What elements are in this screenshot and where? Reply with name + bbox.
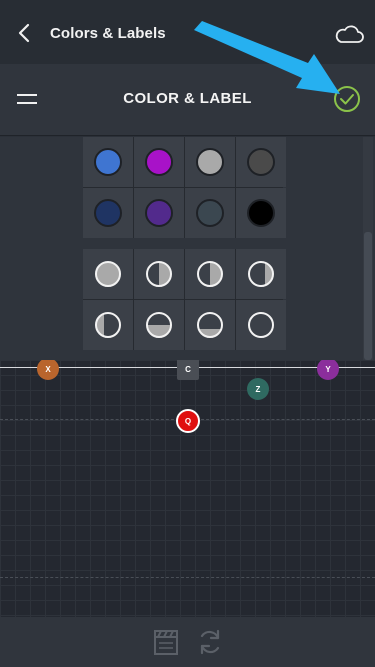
fill-style-right-third-icon <box>248 261 274 287</box>
color-dot <box>196 148 224 176</box>
bottom-bar <box>0 617 375 667</box>
fill-style-half-right-icon <box>146 261 172 287</box>
color-dot <box>145 199 173 227</box>
fill-style-swatch[interactable] <box>236 249 286 299</box>
color-dot <box>94 148 122 176</box>
color-swatch[interactable] <box>83 137 133 187</box>
refresh-icon[interactable] <box>196 627 224 657</box>
marker-z[interactable]: Z <box>247 378 269 400</box>
fill-style-left-third-icon <box>95 312 121 338</box>
marker-x[interactable]: X <box>37 360 59 380</box>
color-swatch[interactable] <box>134 137 184 187</box>
color-swatch[interactable] <box>185 188 235 238</box>
fill-style-bottom-third-icon <box>197 312 223 338</box>
app-title: Colors & Labels <box>50 25 166 42</box>
color-dot <box>247 148 275 176</box>
marker-q[interactable]: Q <box>176 409 200 433</box>
fill-style-swatch[interactable] <box>83 300 133 350</box>
chevron-left-icon[interactable] <box>14 22 36 44</box>
clapperboard-icon[interactable] <box>153 627 179 657</box>
fill-style-swatch[interactable] <box>236 300 286 350</box>
color-swatch-grid <box>83 137 286 238</box>
diagram-canvas[interactable]: X C Y Z Q <box>0 360 375 617</box>
color-swatch[interactable] <box>236 137 286 187</box>
fill-style-swatch[interactable] <box>134 249 184 299</box>
marker-y[interactable]: Y <box>317 360 339 380</box>
color-dot <box>247 199 275 227</box>
color-dot <box>145 148 173 176</box>
fill-style-swatch[interactable] <box>134 300 184 350</box>
fill-style-grid <box>83 249 286 350</box>
fill-style-swatch[interactable] <box>185 300 235 350</box>
scrollbar-thumb[interactable] <box>364 232 372 360</box>
guide-line <box>0 577 375 578</box>
fill-style-half-right-icon <box>197 261 223 287</box>
color-dot <box>94 199 122 227</box>
fill-style-bottom-half-icon <box>146 312 172 338</box>
fill-style-full-icon <box>95 261 121 287</box>
fill-style-empty-icon <box>248 312 274 338</box>
color-swatch[interactable] <box>236 188 286 238</box>
annotation-arrow-icon <box>194 21 340 94</box>
fill-style-swatch[interactable] <box>185 249 235 299</box>
color-swatch[interactable] <box>134 188 184 238</box>
marker-c[interactable]: C <box>177 360 199 380</box>
fill-style-swatch[interactable] <box>83 249 133 299</box>
color-dot <box>196 199 224 227</box>
color-swatch[interactable] <box>83 188 133 238</box>
color-swatch[interactable] <box>185 137 235 187</box>
